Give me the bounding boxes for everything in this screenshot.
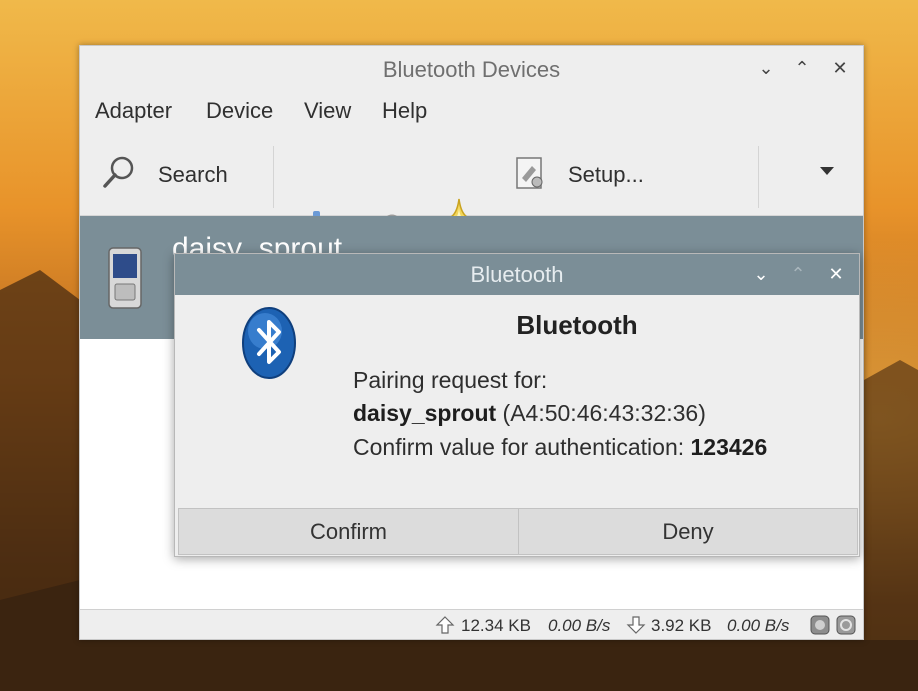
upload-arrow-icon (435, 616, 455, 634)
upload-rate: 0.00 B/s (548, 616, 611, 635)
setup-label: Setup... (568, 162, 644, 187)
statusbar: 12.34 KB 0.00 B/s 3.92 KB 0.00 B/s (80, 609, 863, 639)
maximize-button[interactable]: ⌃ (791, 57, 813, 79)
toolbar-separator-2 (758, 146, 759, 208)
upload-total: 12.34 KB (461, 616, 531, 635)
confirm-value-label: Confirm value for authentication: (353, 434, 685, 460)
pairing-device-name: daisy_sprout (353, 400, 497, 426)
search-button[interactable]: Search (98, 142, 258, 204)
download-total: 3.92 KB (651, 616, 712, 635)
menubar: Adapter Device View Help (80, 92, 863, 132)
dialog-titlebar[interactable]: Bluetooth ⌄ ⌃ ✕ (175, 254, 859, 295)
dialog-close-button[interactable]: ✕ (825, 263, 847, 285)
pairing-device-address: (A4:50:46:43:32:36) (502, 400, 706, 426)
window-title: Bluetooth Devices (382, 57, 561, 82)
toolbar: Search Setup... (80, 132, 863, 248)
magnifier-icon (103, 156, 134, 188)
download-arrow-icon (626, 616, 646, 634)
dialog-minimize-button[interactable]: ⌄ (750, 263, 772, 285)
deny-button[interactable]: Deny (518, 508, 858, 555)
menu-adapter[interactable]: Adapter (95, 98, 172, 124)
confirm-value-line: Confirm value for authentication: 123426 (353, 434, 767, 461)
search-label: Search (158, 162, 228, 187)
dialog-heading: Bluetooth (516, 310, 638, 340)
menu-view[interactable]: View (304, 98, 351, 124)
pairing-device-line: daisy_sprout (A4:50:46:43:32:36) (353, 400, 706, 427)
menu-help[interactable]: Help (382, 98, 427, 124)
toolbar-overflow-icon[interactable] (820, 167, 834, 175)
dialog-maximize-button[interactable]: ⌃ (787, 263, 809, 285)
adapter-status-icon[interactable] (809, 614, 831, 636)
phone-icon (108, 247, 142, 309)
menu-device[interactable]: Device (206, 98, 273, 124)
pairing-request-label: Pairing request for: (353, 367, 548, 393)
setup-button[interactable]: Setup... (512, 142, 662, 204)
passkey-value: 123426 (690, 434, 768, 460)
power-status-icon[interactable] (835, 614, 857, 636)
dialog-button-row: Confirm Deny (178, 508, 858, 555)
download-rate: 0.00 B/s (727, 616, 790, 635)
confirm-button[interactable]: Confirm (178, 508, 519, 555)
toolbar-separator (273, 146, 274, 208)
window-titlebar[interactable]: Bluetooth Devices ⌄ ⌃ ✕ (80, 46, 863, 92)
minimize-button[interactable]: ⌄ (755, 57, 777, 79)
setup-wizard-icon (516, 157, 543, 189)
pairing-dialog: Bluetooth ⌄ ⌃ ✕ Bluetooth Pairing reques… (174, 253, 860, 557)
close-button[interactable]: ✕ (829, 57, 851, 79)
